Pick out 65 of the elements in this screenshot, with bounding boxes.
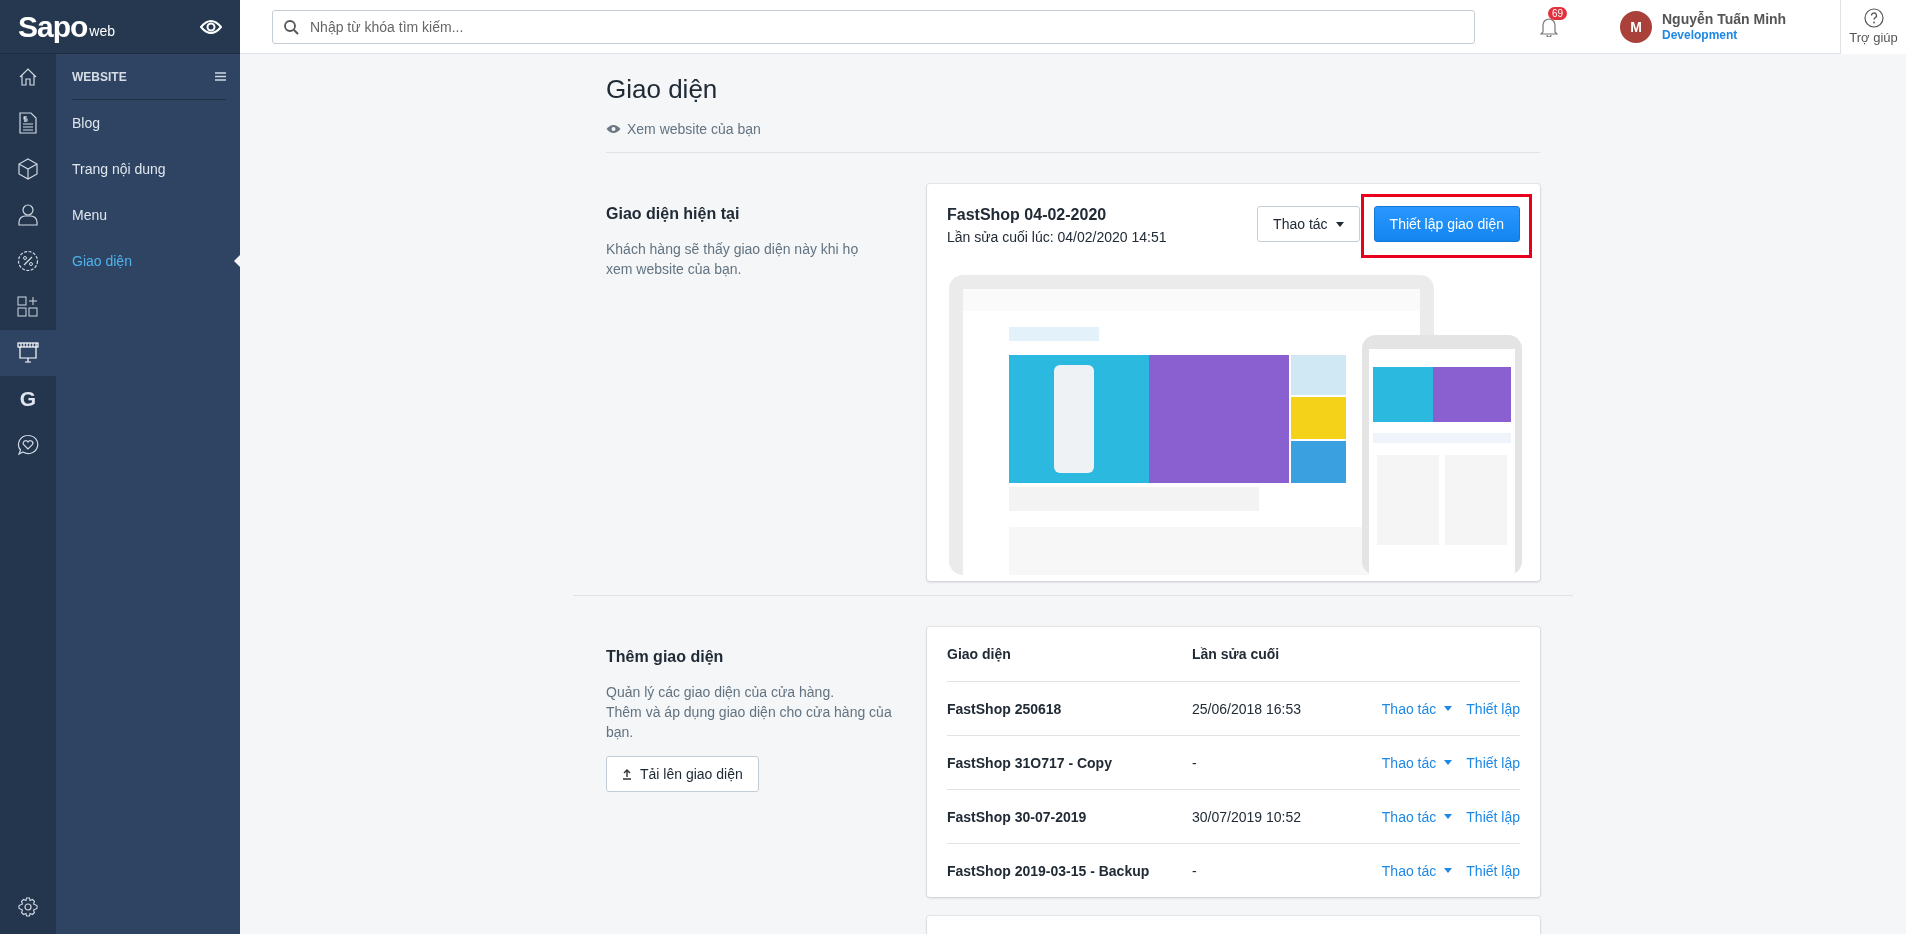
customize-link[interactable]: Thiết lập — [1466, 808, 1520, 825]
table-cell-text: FastShop 2019-03-15 - Backup — [947, 862, 1151, 879]
help-button[interactable]: Trợ giúp — [1840, 0, 1906, 54]
upload-theme-button[interactable]: Tải lên giao diện — [606, 756, 759, 792]
table-cell-text: FastShop 31O717 - Copy — [947, 754, 1113, 771]
table-cell-text: FastShop 30-07-2019 — [947, 808, 1088, 825]
actions-link[interactable]: Thao tác — [1381, 862, 1453, 879]
actions-dropdown[interactable]: Thao tác — [1257, 206, 1360, 242]
bell-icon[interactable] — [1540, 16, 1558, 37]
user-role: Development — [1662, 28, 1739, 42]
section-heading: Giao diện hiện tại — [606, 205, 741, 223]
customize-link[interactable]: Thiết lập — [1466, 700, 1520, 717]
logo[interactable]: Sapo — [18, 9, 88, 44]
user-icon — [18, 204, 38, 226]
section-description: Khách hàng sẽ thấy giao diện này khi họ xem website của bạn. — [606, 240, 860, 279]
actions-link[interactable]: Thao tác — [1381, 808, 1453, 825]
rail-item[interactable] — [0, 330, 56, 376]
section-title: WEBSITE — [72, 69, 127, 84]
table-cell-text: - — [1192, 754, 1198, 771]
caret-icon — [1335, 221, 1344, 227]
nav-item[interactable]: Menu — [72, 192, 226, 238]
avatar[interactable]: M — [1620, 10, 1652, 43]
page-title: Giao diện — [606, 74, 719, 105]
column-header: Giao diện — [947, 646, 1012, 662]
last-edited: Lần sửa cuối lúc: 04/02/2020 14:51 — [947, 229, 1167, 245]
eye-icon — [606, 124, 621, 134]
table-cell-text: - — [1192, 862, 1198, 879]
nav-item[interactable]: Trang nội dung — [72, 146, 226, 192]
eye-icon[interactable] — [200, 18, 222, 35]
customize-theme-button[interactable]: Thiết lập giao diện — [1373, 206, 1520, 242]
nav-item[interactable]: Blog — [72, 100, 226, 146]
search-field[interactable]: Nhập từ khóa tìm kiếm... — [272, 9, 1475, 44]
actions-link[interactable]: Thao tác — [1381, 754, 1453, 771]
document-icon — [19, 112, 37, 134]
logo-suffix: web — [89, 22, 116, 39]
active-pointer — [234, 255, 240, 267]
customize-link[interactable]: Thiết lập — [1466, 862, 1520, 879]
view-website-link[interactable]: Xem website của bạn — [606, 121, 761, 137]
apps-icon — [17, 296, 39, 318]
box-icon — [18, 158, 38, 180]
table-cell-text: FastShop 250618 — [947, 700, 1063, 717]
storefront-icon — [17, 342, 39, 364]
question-icon — [1863, 8, 1884, 28]
nav-item[interactable]: Giao diện — [72, 238, 226, 284]
caret-icon — [1444, 868, 1453, 873]
rail-item[interactable]: G — [0, 376, 56, 422]
settings-icon — [18, 897, 38, 917]
heart-chat-icon — [17, 434, 39, 456]
section-description: Quản lý các giao diện của cửa hàng. Thêm và áp dụng giao diện cho cửa hàng của bạn. — [606, 683, 893, 742]
column-header: Lần sửa cuối — [1192, 646, 1281, 662]
table-cell-text: 30/07/2019 10:52 — [1192, 808, 1302, 825]
user-name: Nguyễn Tuấn Minh — [1662, 11, 1787, 27]
caret-icon — [1444, 706, 1453, 711]
theme-name: FastShop 04-02-2020 — [947, 206, 1108, 224]
upload-icon — [622, 768, 632, 780]
notification-badge: 69 — [1548, 6, 1568, 20]
home-icon — [18, 67, 38, 87]
menu-icon[interactable] — [215, 72, 226, 81]
caret-icon — [1444, 814, 1453, 819]
customize-link[interactable]: Thiết lập — [1466, 754, 1520, 771]
actions-link[interactable]: Thao tác — [1381, 700, 1453, 717]
discount-icon — [17, 250, 39, 272]
table-cell-text: 25/06/2018 16:53 — [1192, 700, 1302, 717]
section-heading: Thêm giao diện — [606, 648, 725, 666]
caret-icon — [1444, 760, 1453, 765]
